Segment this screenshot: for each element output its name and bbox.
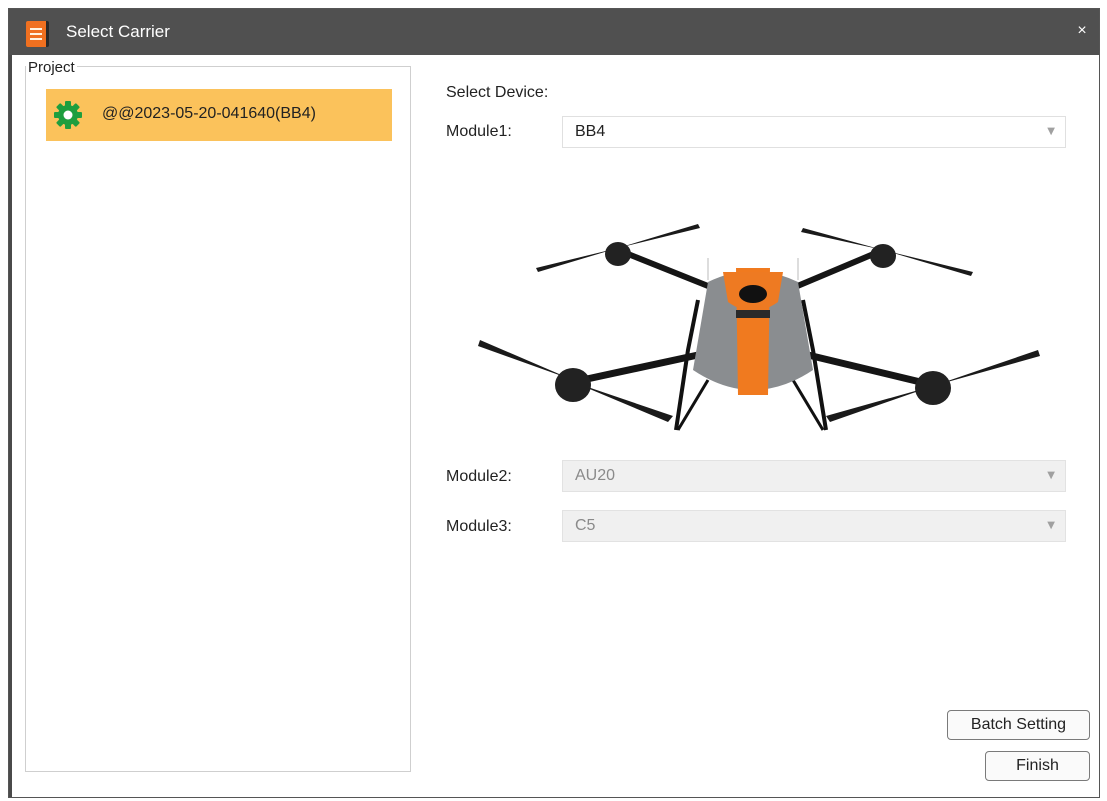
module1-select[interactable]: BB4 ▼ — [562, 116, 1066, 148]
window-left-border — [9, 55, 12, 797]
drone-image — [478, 224, 1040, 431]
module3-label: Module3: — [446, 518, 512, 535]
module2-label: Module2: — [446, 468, 512, 485]
project-item-label: @@2023-05-20-041640(BB4) — [102, 105, 316, 122]
module1-value: BB4 — [575, 123, 606, 140]
finish-button[interactable]: Finish — [985, 751, 1090, 781]
window-title: Select Carrier — [66, 22, 170, 41]
project-group — [25, 66, 411, 772]
app-icon — [26, 21, 49, 47]
batch-setting-button[interactable]: Batch Setting — [947, 710, 1090, 740]
project-legend: Project — [26, 59, 77, 76]
chevron-down-icon: ▼ — [1047, 520, 1055, 531]
module2-select[interactable]: AU20 ▼ — [562, 460, 1066, 492]
module3-select[interactable]: C5 ▼ — [562, 510, 1066, 542]
gear-icon — [54, 101, 82, 129]
chevron-down-icon: ▼ — [1047, 470, 1055, 481]
select-device-heading: Select Device: — [446, 84, 549, 101]
module3-value: C5 — [575, 517, 596, 534]
title-bar: Select Carrier × — [9, 9, 1099, 55]
chevron-down-icon: ▼ — [1047, 126, 1055, 137]
module2-value: AU20 — [575, 467, 616, 484]
close-icon[interactable]: × — [1071, 20, 1093, 42]
project-list-item[interactable]: @@2023-05-20-041640(BB4) — [46, 89, 392, 141]
module1-label: Module1: — [446, 123, 512, 140]
